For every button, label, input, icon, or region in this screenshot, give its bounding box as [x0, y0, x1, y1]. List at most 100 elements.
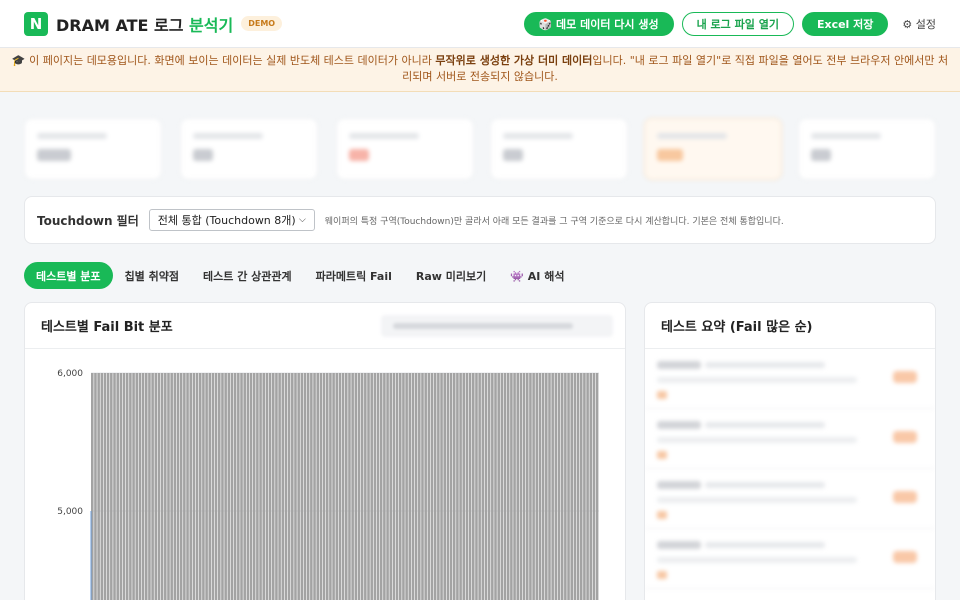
- chart-bar[interactable]: [256, 373, 259, 600]
- regenerate-demo-button[interactable]: 🎲 데모 데이터 다시 생성: [523, 12, 674, 36]
- chart-bar[interactable]: [341, 373, 345, 600]
- chart-bar[interactable]: [475, 373, 478, 600]
- chart-bar[interactable]: [376, 373, 380, 600]
- chart-bar[interactable]: [322, 373, 326, 600]
- chart-bar[interactable]: [221, 373, 224, 600]
- chart-bar[interactable]: [462, 373, 466, 600]
- chart-bar[interactable]: [135, 373, 139, 600]
- chart-bar[interactable]: [583, 373, 586, 600]
- chart-bar[interactable]: [303, 373, 307, 600]
- chart-bar[interactable]: [268, 373, 272, 600]
- touchdown-select[interactable]: 전체 통합 (Touchdown 8개) ⌵: [148, 209, 315, 231]
- tab-raw-preview[interactable]: Raw 미리보기: [404, 262, 498, 289]
- chart-bar[interactable]: [395, 373, 399, 600]
- chart-bar[interactable]: [414, 373, 418, 600]
- chart-bar[interactable]: [202, 373, 205, 600]
- chart-bar[interactable]: [313, 373, 316, 600]
- list-item[interactable]: [645, 529, 935, 589]
- chart-bar[interactable]: [370, 373, 373, 600]
- chart-bar[interactable]: [233, 373, 237, 600]
- chart-bar[interactable]: [383, 373, 386, 600]
- chart-bar[interactable]: [573, 373, 577, 600]
- tab-test-distribution[interactable]: 테스트별 분포: [24, 262, 113, 289]
- chart-bar[interactable]: [243, 373, 246, 600]
- chart-bar[interactable]: [319, 373, 323, 600]
- chart-bar[interactable]: [541, 373, 545, 600]
- chart-bar[interactable]: [148, 373, 151, 600]
- chart-bar[interactable]: [291, 373, 294, 600]
- chart-bar[interactable]: [545, 373, 548, 600]
- chart-bar[interactable]: [513, 373, 516, 600]
- chart-bar[interactable]: [306, 373, 310, 600]
- chart-bar[interactable]: [402, 373, 405, 600]
- chart-bar[interactable]: [443, 373, 446, 600]
- tab-parametric-fail[interactable]: 파라메트릭 Fail: [304, 262, 404, 289]
- chart-bar[interactable]: [430, 373, 434, 600]
- chart-bar[interactable]: [262, 373, 266, 600]
- chart-bar[interactable]: [408, 373, 412, 600]
- tab-ai-analysis[interactable]: 👾 AI 해석: [498, 262, 576, 289]
- chart-bar[interactable]: [360, 373, 364, 600]
- chart-bar[interactable]: [211, 373, 215, 600]
- chart-bar[interactable]: [554, 373, 558, 600]
- chart-bar[interactable]: [240, 373, 243, 600]
- chart-bar[interactable]: [122, 373, 126, 600]
- chart-bar[interactable]: [579, 373, 583, 600]
- chart-bar[interactable]: [100, 373, 104, 600]
- chart-bar[interactable]: [357, 373, 361, 600]
- chart-bar[interactable]: [503, 373, 507, 600]
- chart-bar[interactable]: [427, 373, 431, 600]
- chart-bar[interactable]: [192, 373, 196, 600]
- chart-bar[interactable]: [405, 373, 408, 600]
- chart-bar[interactable]: [564, 373, 567, 600]
- chart-bar[interactable]: [218, 373, 221, 600]
- chart-bar[interactable]: [332, 373, 335, 600]
- chart-bar[interactable]: [300, 373, 304, 600]
- chart-bar[interactable]: [449, 373, 453, 600]
- chart-bar[interactable]: [535, 373, 539, 600]
- chart-bar[interactable]: [287, 373, 291, 600]
- chart-bar[interactable]: [271, 373, 275, 600]
- chart-bar[interactable]: [424, 373, 427, 600]
- chart-bar[interactable]: [398, 373, 402, 600]
- chart-bar[interactable]: [478, 373, 481, 600]
- chart-bar[interactable]: [275, 373, 278, 600]
- chart-bar[interactable]: [367, 373, 370, 600]
- chart-bar[interactable]: [456, 373, 459, 600]
- chart-bar[interactable]: [595, 373, 599, 600]
- chart-bar[interactable]: [198, 373, 202, 600]
- chart-bar[interactable]: [446, 373, 450, 600]
- chart-bar[interactable]: [516, 373, 520, 600]
- chart-bar[interactable]: [310, 373, 313, 600]
- chart-bar[interactable]: [281, 373, 285, 600]
- chart-bar[interactable]: [567, 373, 570, 600]
- chart-bar[interactable]: [246, 373, 250, 600]
- excel-save-button[interactable]: Excel 저장: [801, 12, 889, 36]
- chart-bar[interactable]: [491, 373, 494, 600]
- chart-bar[interactable]: [506, 373, 510, 600]
- chart-bar[interactable]: [468, 373, 472, 600]
- chart-bar[interactable]: [110, 373, 113, 600]
- chart-bar[interactable]: [548, 373, 551, 600]
- chart-bar[interactable]: [205, 373, 208, 600]
- chart-bar[interactable]: [348, 373, 351, 600]
- chart-bar[interactable]: [338, 373, 342, 600]
- chart-bar[interactable]: [164, 373, 167, 600]
- chart-bar[interactable]: [316, 373, 319, 600]
- chart-bar[interactable]: [132, 373, 135, 600]
- chart-bar[interactable]: [160, 373, 164, 600]
- chart-bar[interactable]: [176, 373, 180, 600]
- chart-bar[interactable]: [379, 373, 383, 600]
- chart-bar[interactable]: [551, 373, 554, 600]
- chart-bar[interactable]: [97, 373, 100, 600]
- chart-bar[interactable]: [373, 373, 377, 600]
- chart-bar[interactable]: [487, 373, 491, 600]
- list-item[interactable]: [645, 409, 935, 469]
- chart-bar[interactable]: [94, 373, 97, 600]
- chart-bar[interactable]: [465, 373, 469, 600]
- chart-bar[interactable]: [116, 373, 119, 600]
- chart-bar[interactable]: [325, 373, 329, 600]
- chart-bar[interactable]: [538, 373, 542, 600]
- chart-bar[interactable]: [186, 373, 189, 600]
- chart-bar[interactable]: [557, 373, 561, 600]
